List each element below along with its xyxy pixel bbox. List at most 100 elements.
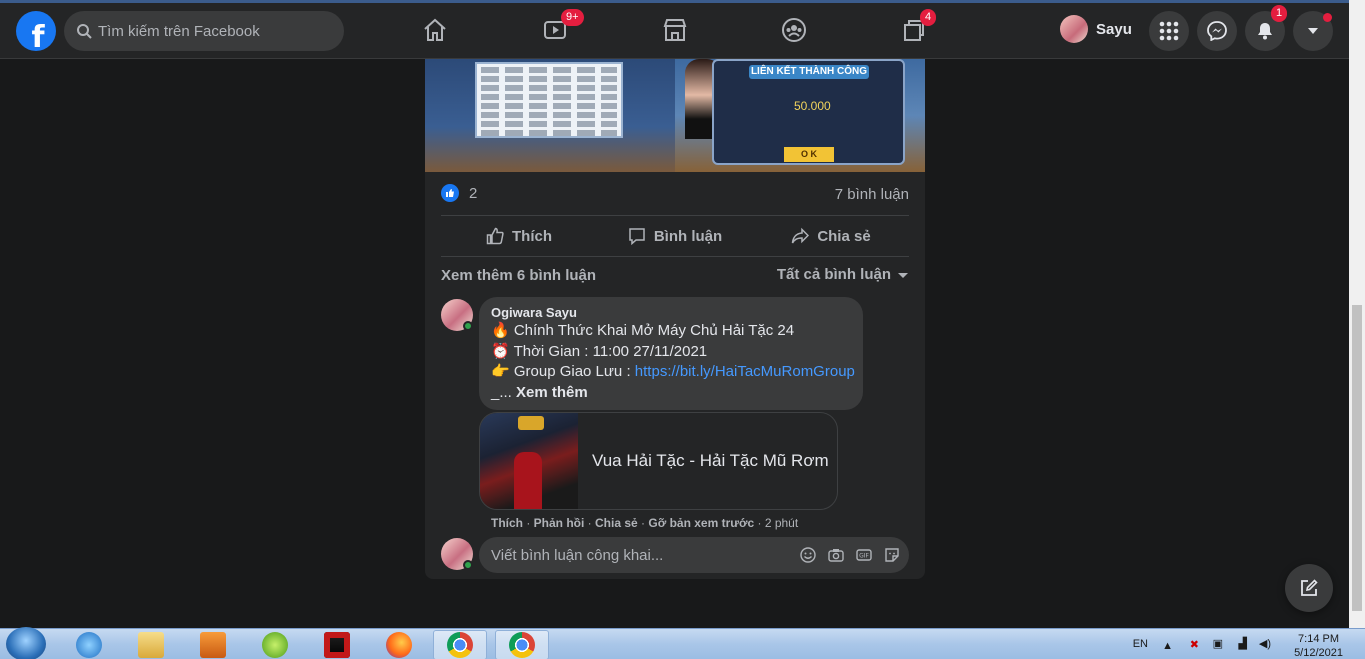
taskbar-firefox[interactable] [372,630,426,659]
unread-dot [1323,13,1332,22]
online-indicator [463,560,473,570]
emoji-icon[interactable] [799,546,817,564]
sort-label: Tất cả bình luận [776,266,891,283]
comment-composer[interactable]: GIF [479,537,909,573]
gif-icon[interactable]: GIF [855,546,873,564]
like-label: Thích [512,227,552,245]
watch-badge: 9+ [561,9,584,26]
menu-button[interactable] [1149,11,1189,51]
online-indicator [463,321,473,331]
chrome-icon [509,632,535,658]
windows-taskbar: EN ▲ ✖ ▣ ▟ ◀) 7:14 PM 5/12/2021 [0,627,1365,659]
taskbar-media[interactable] [186,630,240,659]
signal-icon[interactable]: ▟ [1239,637,1247,650]
clock-time: 7:14 PM [1298,633,1340,645]
view-more-comments[interactable]: Xem thêm 6 bình luận [441,267,596,284]
search-icon [77,24,92,39]
link-preview-title: Vua Hải Tặc - Hải Tặc Mũ Rơm [592,451,829,470]
comment-like-link[interactable]: Thích [491,516,523,530]
volume-icon[interactable]: ◀) [1259,637,1271,650]
folder-icon [138,632,164,658]
avatar [1060,15,1088,43]
home-icon[interactable] [419,14,451,46]
profile-shortcut[interactable]: Sayu [1060,15,1132,43]
composer-icons: GIF [789,546,901,564]
account-menu-button[interactable] [1293,11,1333,51]
remove-preview-link[interactable]: Gỡ bản xem trước [648,516,754,530]
post-image-left [425,59,675,172]
comment-author[interactable]: Ogiwara Sayu [491,305,851,321]
firefox-icon [386,632,412,658]
gaming-icon[interactable]: 4 [898,9,937,46]
taskbar-chrome-2[interactable] [495,630,549,659]
taskbar-explorer[interactable] [124,630,178,659]
see-more-link[interactable]: Xem thêm [516,384,588,401]
profile-name: Sayu [1096,20,1132,38]
taskbar-coccoc[interactable] [248,630,302,659]
svg-text:GIF: GIF [859,553,869,560]
facebook-logo[interactable]: f [16,11,56,51]
chrome-icon [447,632,473,658]
comment-time[interactable]: 2 phút [765,516,798,530]
top-navigation-bar: f 9+ 4 Sayu 1 [0,0,1349,59]
group-link[interactable]: https://bit.ly/HaiTacMuRomGroup [635,363,855,380]
notification-badge: 1 [1271,5,1288,22]
caret-down-icon [898,272,908,278]
start-button[interactable] [6,627,46,659]
new-message-button[interactable] [1285,564,1333,612]
comment-icon [629,228,645,245]
messenger-button[interactable] [1197,11,1237,51]
like-reaction-icon [441,184,459,202]
comment-line-text: _... [491,383,517,401]
link-preview-thumbnail [480,413,578,509]
link-preview[interactable]: Vua Hải Tặc - Hải Tặc Mũ Rơm [479,412,838,510]
scrollbar-thumb[interactable] [1352,305,1362,611]
garena-icon [324,632,350,658]
reaction-summary[interactable]: 2 [441,184,477,202]
transaction-table-screenshot [475,62,623,138]
page-scrollbar[interactable] [1349,0,1365,628]
search-input[interactable] [98,22,328,40]
language-indicator[interactable]: EN [1133,638,1148,650]
bell-icon [1258,23,1272,40]
share-icon [792,227,810,244]
share-label: Chia sẻ [817,227,871,245]
taskbar-chrome-1[interactable] [433,630,487,659]
dialog-title: LIÊN KẾT THÀNH CÔNG [749,65,869,79]
caret-down-icon [1308,28,1318,34]
device-icon[interactable]: ▣ [1213,637,1223,650]
comment-input[interactable] [491,546,791,564]
comment-sort-dropdown[interactable]: Tất cả bình luận [777,266,909,283]
taskbar-garena[interactable] [310,630,364,659]
like-count: 2 [469,184,478,202]
clock-date: 5/12/2021 [1294,647,1343,659]
network-error-icon[interactable]: ✖ [1190,638,1199,651]
game-success-dialog: LIÊN KẾT THÀNH CÔNG 50.000 O K [712,59,905,165]
dialog-amount: 50.000 [794,99,831,113]
media-player-icon [200,632,226,658]
comment-line: 🔥 Chính Thức Khai Mở Máy Chủ Hải Tặc 24 [491,322,795,339]
internet-explorer-icon [76,632,102,658]
taskbar-ie[interactable] [62,630,116,659]
tray-expand-icon[interactable]: ▲ [1162,640,1173,652]
camera-icon[interactable] [827,546,845,564]
thumbs-up-icon [486,227,504,245]
clock[interactable]: 7:14 PM 5/12/2021 [1294,632,1343,659]
post-image[interactable]: LIÊN KẾT THÀNH CÔNG 50.000 O K [425,59,925,172]
groups-icon[interactable] [778,14,810,46]
comment-share-link[interactable]: Chia sẻ [595,516,638,530]
comment-meta: Thích · Phản hồi · Chia sẻ · Gỡ bản xem … [491,516,799,530]
search-box[interactable] [64,11,344,51]
watch-icon[interactable]: 9+ [539,9,584,46]
comment-count[interactable]: 7 bình luận [835,186,909,203]
comment-button[interactable]: Bình luận [597,216,753,256]
dialog-ok: O K [784,147,834,162]
marketplace-icon[interactable] [659,14,691,46]
compose-icon [1301,579,1318,596]
comment-reply-link[interactable]: Phản hồi [534,516,585,530]
share-button[interactable]: Chia sẻ [753,216,909,256]
notifications-button[interactable]: 1 [1245,5,1288,51]
sticker-icon[interactable] [883,546,901,564]
like-button[interactable]: Thích [441,216,597,256]
comment-line: _... Xem thêm [491,383,851,404]
